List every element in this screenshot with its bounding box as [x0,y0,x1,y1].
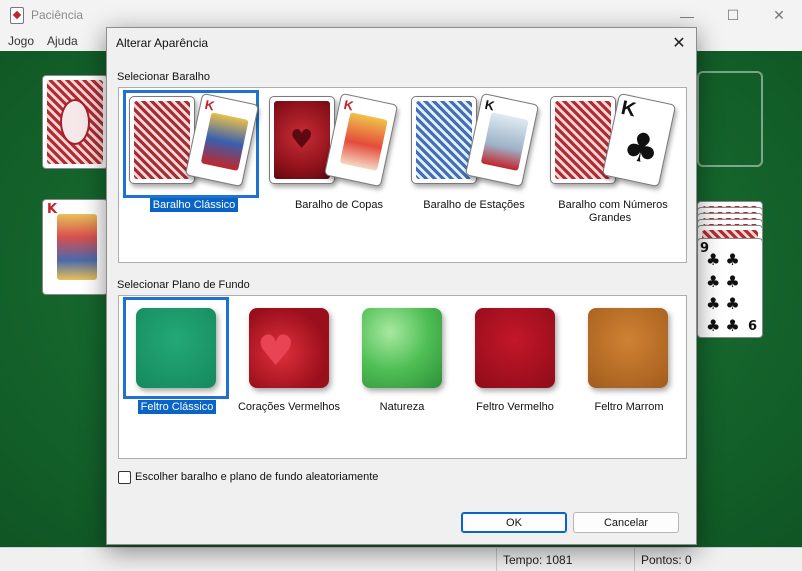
dialog-close-button[interactable]: ✕ [668,32,690,54]
deck-label: Baralho de Estações [423,199,525,211]
foundation-slot[interactable] [697,71,763,167]
background-label: Feltro Clássico [119,400,235,414]
club-icon: ♣ [618,122,664,175]
random-appearance-label: Escolher baralho e plano de fundo aleato… [135,471,379,483]
background-option-nature[interactable]: Natureza [344,296,460,426]
heart-icon: ♥ [290,125,314,155]
winter-tree-art [480,112,529,171]
points-status: Pontos: 0 [634,548,802,571]
status-bar: Tempo: 1081 Pontos: 0 [0,547,802,571]
king-rank-icon: K [483,96,496,114]
deck-option-big-numbers[interactable]: K ♣ Baralho com Números Grandes [534,88,689,238]
background-panel: Feltro Clássico ♥ Corações Vermelhos Nat… [118,295,687,459]
club-suit-icon: ♣ ♣ ♣ ♣ ♣ ♣ ♣ ♣ [706,250,740,335]
swatch-classic-felt [136,308,216,388]
menu-ajuda[interactable]: Ajuda [47,34,78,48]
background-section-label: Selecionar Plano de Fundo [117,279,250,291]
background-label: Feltro Vermelho [476,401,554,413]
deck-panel: K Baralho Clássico ♥ K Baralho de Copas … [118,87,687,263]
card-back-emblem [60,99,90,145]
deck-option-seasons[interactable]: K Baralho de Estações [399,88,549,228]
ok-button[interactable]: OK [461,512,567,533]
background-option-red-felt[interactable]: Feltro Vermelho [457,296,573,426]
stock-pile[interactable] [42,75,108,169]
swatch-nature [362,308,442,388]
cancel-button[interactable]: Cancelar [573,512,679,533]
deck-label: Baralho Clássico [119,198,269,212]
random-appearance-checkbox[interactable] [118,471,131,484]
swatch-brown-felt [588,308,668,388]
background-option-red-hearts[interactable]: ♥ Corações Vermelhos [231,296,347,426]
king-art [339,112,388,171]
change-appearance-dialog: Alterar Aparência ✕ Selecionar Baralho K… [106,27,697,545]
deck-label: Baralho com Números Grandes [558,199,668,224]
card-rank-bottom: 6 [748,319,758,334]
background-label: Natureza [379,401,425,413]
close-window-button[interactable]: ✕ [756,0,802,31]
card-rank: K [47,202,58,217]
king-rank-icon: K [342,96,355,114]
background-label: Corações Vermelhos [237,401,341,413]
window-title: Paciência [31,8,84,22]
menu-jogo[interactable]: Jogo [8,34,34,48]
nine-of-clubs-card[interactable]: 9 ♣ ♣ ♣ ♣ ♣ ♣ ♣ ♣ 6 [697,238,763,338]
king-face-art [57,214,97,280]
king-art [200,112,249,171]
heart-icon: ♥ [257,326,295,375]
background-option-brown-felt[interactable]: Feltro Marrom [571,296,687,426]
swatch-red-hearts: ♥ [249,308,329,388]
king-card[interactable]: K [42,199,108,295]
background-label: Feltro Marrom [594,401,664,413]
king-rank-icon: K [619,96,638,122]
swatch-red-felt [475,308,555,388]
solitaire-app-icon [10,7,24,24]
dialog-title: Alterar Aparência [116,36,209,50]
deck-section-label: Selecionar Baralho [117,71,210,83]
deck-label: Baralho de Copas [294,199,384,211]
deck-option-hearts[interactable]: ♥ K Baralho de Copas [264,88,414,228]
king-rank-icon: K [203,96,216,114]
maximize-button[interactable]: ☐ [710,0,756,31]
deck-face-preview: K [323,92,399,188]
deck-option-classic[interactable]: K Baralho Clássico [119,88,269,228]
background-option-classic-felt[interactable]: Feltro Clássico [119,296,235,426]
time-status: Tempo: 1081 [496,548,634,571]
